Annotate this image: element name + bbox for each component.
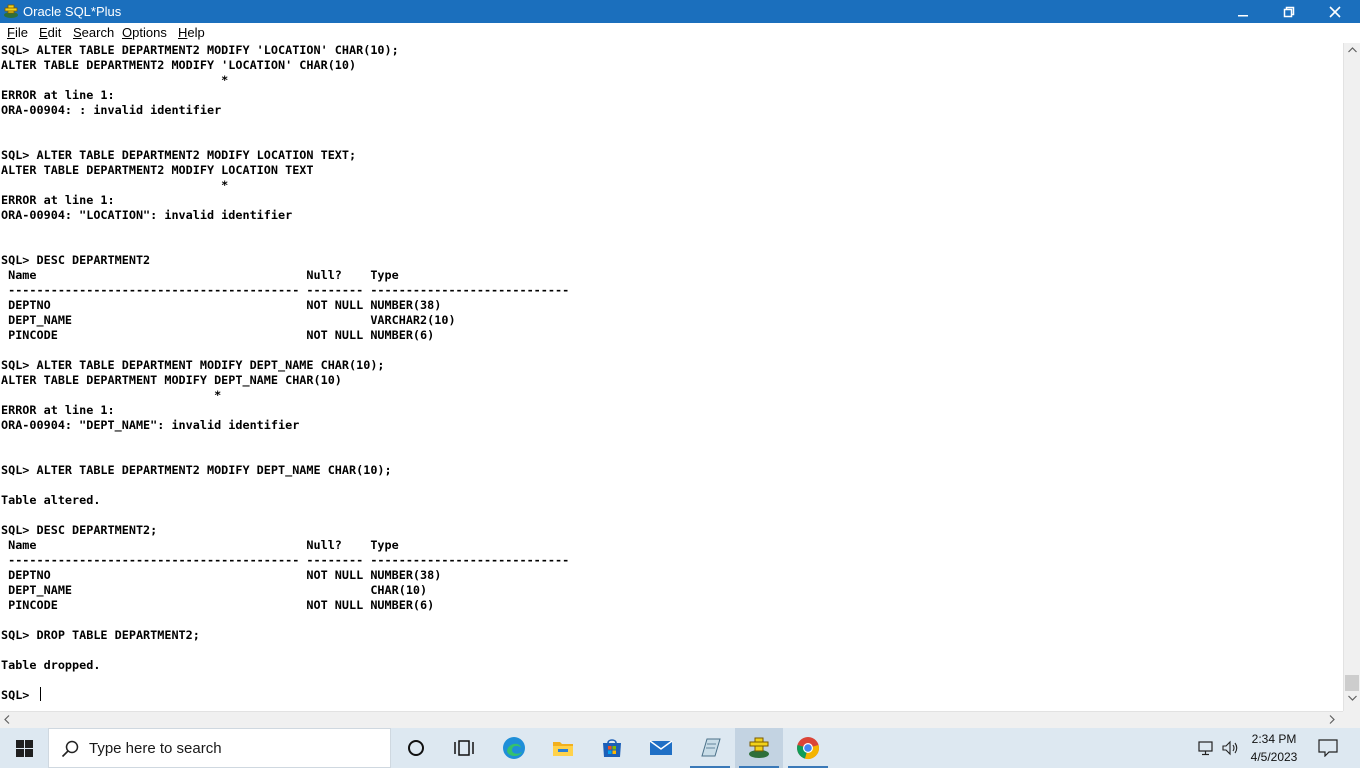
minimize-icon [1238, 15, 1248, 17]
notifications-tray[interactable] [1318, 728, 1340, 768]
windows-icon [16, 740, 33, 757]
edge-icon [503, 737, 525, 759]
horizontal-scrollbar[interactable] [0, 711, 1343, 728]
network-tray[interactable] [1198, 728, 1216, 768]
console-line: Table dropped. [1, 658, 101, 672]
restore-icon [1283, 6, 1295, 18]
console-line: SQL> ALTER TABLE DEPARTMENT2 MODIFY 'LOC… [1, 43, 399, 57]
text-cursor [40, 687, 41, 701]
console-line: * [1, 388, 222, 402]
file-explorer-button[interactable] [539, 728, 587, 768]
sqlplus-taskbar-button[interactable] [735, 728, 783, 768]
menu-search[interactable]: Search [73, 25, 114, 41]
console-line: DEPT_NAME CHAR(10) [1, 583, 428, 597]
console-line: DEPT_NAME VARCHAR2(10) [1, 313, 456, 327]
search-icon [61, 740, 79, 758]
console-line: DEPTNO NOT NULL NUMBER(38) [1, 568, 442, 582]
notepad-icon [701, 738, 721, 757]
sqlplus-app-icon[interactable] [3, 3, 19, 19]
console-line: ALTER TABLE DEPARTMENT2 MODIFY 'LOCATION… [1, 58, 357, 72]
console-line: SQL> DESC DEPARTMENT2 [1, 253, 151, 267]
notepad-button[interactable] [686, 728, 734, 768]
taskbar-search-box[interactable]: Type here to search [48, 728, 391, 768]
volume-tray[interactable] [1222, 728, 1240, 768]
close-button[interactable] [1312, 0, 1358, 23]
console-line: DEPTNO NOT NULL NUMBER(38) [1, 298, 442, 312]
console-line: ERROR at line 1: [1, 403, 115, 417]
console-line: SQL> ALTER TABLE DEPARTMENT MODIFY DEPT_… [1, 358, 385, 372]
title-bar[interactable]: Oracle SQL*Plus [0, 0, 1360, 23]
menu-bar: File Edit Search Options Help [0, 23, 1360, 43]
vertical-scrollbar[interactable] [1343, 43, 1360, 711]
menu-file[interactable]: File [7, 25, 28, 41]
console-line: ORA-00904: : invalid identifier [1, 103, 222, 117]
restore-button[interactable] [1266, 0, 1312, 23]
scroll-left-icon[interactable] [4, 715, 10, 724]
task-view-icon [454, 740, 474, 756]
store-button[interactable] [588, 728, 636, 768]
edge-taskbar-button[interactable] [490, 728, 538, 768]
menu-options[interactable]: Options [122, 25, 167, 41]
console-line: ERROR at line 1: [1, 193, 115, 207]
console-line: ERROR at line 1: [1, 88, 115, 102]
mail-button[interactable] [637, 728, 685, 768]
menu-edit[interactable]: Edit [39, 25, 61, 41]
cortana-button[interactable] [392, 728, 440, 768]
file-explorer-icon [553, 742, 573, 756]
chrome-button[interactable] [784, 728, 832, 768]
vertical-scroll-thumb[interactable] [1345, 675, 1359, 691]
start-button[interactable] [0, 728, 48, 768]
scroll-up-icon[interactable] [1348, 47, 1357, 53]
clock-time[interactable]: 2:34 PM [1244, 731, 1304, 747]
menu-help[interactable]: Help [178, 25, 205, 41]
console-line: SQL> DESC DEPARTMENT2; [1, 523, 158, 537]
task-view-button[interactable] [440, 728, 488, 768]
taskbar: Type here to search 2:34 PM 4/5/2023 [0, 728, 1360, 768]
volume-icon [1222, 740, 1238, 756]
clock-date[interactable]: 4/5/2023 [1244, 749, 1304, 765]
scroll-down-icon[interactable] [1348, 695, 1357, 701]
console-line: SQL> ALTER TABLE DEPARTMENT2 MODIFY LOCA… [1, 148, 357, 162]
cortana-icon [408, 740, 424, 756]
chrome-icon [797, 737, 819, 759]
sqlplus-console[interactable]: SQL> ALTER TABLE DEPARTMENT2 MODIFY 'LOC… [0, 43, 1343, 711]
console-line: ORA-00904: "LOCATION": invalid identifie… [1, 208, 293, 222]
scrollbar-corner [1343, 711, 1360, 728]
console-line: PINCODE NOT NULL NUMBER(6) [1, 328, 435, 342]
console-line: ----------------------------------------… [1, 553, 570, 567]
close-icon [1329, 6, 1341, 18]
window-title: Oracle SQL*Plus [23, 4, 122, 19]
mail-icon [649, 740, 673, 755]
console-line: ALTER TABLE DEPARTMENT MODIFY DEPT_NAME … [1, 373, 342, 387]
console-line: Name Null? Type [1, 268, 399, 282]
scroll-right-icon[interactable] [1329, 715, 1335, 724]
console-line: Table altered. [1, 493, 101, 507]
network-icon [1198, 741, 1213, 756]
console-line: SQL> [1, 688, 37, 702]
console-line: SQL> DROP TABLE DEPARTMENT2; [1, 628, 200, 642]
console-line: ALTER TABLE DEPARTMENT2 MODIFY LOCATION … [1, 163, 314, 177]
console-line: * [1, 73, 229, 87]
search-placeholder: Type here to search [89, 740, 222, 757]
store-icon [603, 739, 621, 757]
minimize-button[interactable] [1220, 0, 1266, 23]
console-line: ----------------------------------------… [1, 283, 570, 297]
console-line: SQL> ALTER TABLE DEPARTMENT2 MODIFY DEPT… [1, 463, 392, 477]
notification-icon [1318, 739, 1338, 757]
console-line: * [1, 178, 229, 192]
console-line: PINCODE NOT NULL NUMBER(6) [1, 598, 435, 612]
sqlplus-icon [749, 737, 769, 758]
console-line: Name Null? Type [1, 538, 399, 552]
console-line: ORA-00904: "DEPT_NAME": invalid identifi… [1, 418, 300, 432]
